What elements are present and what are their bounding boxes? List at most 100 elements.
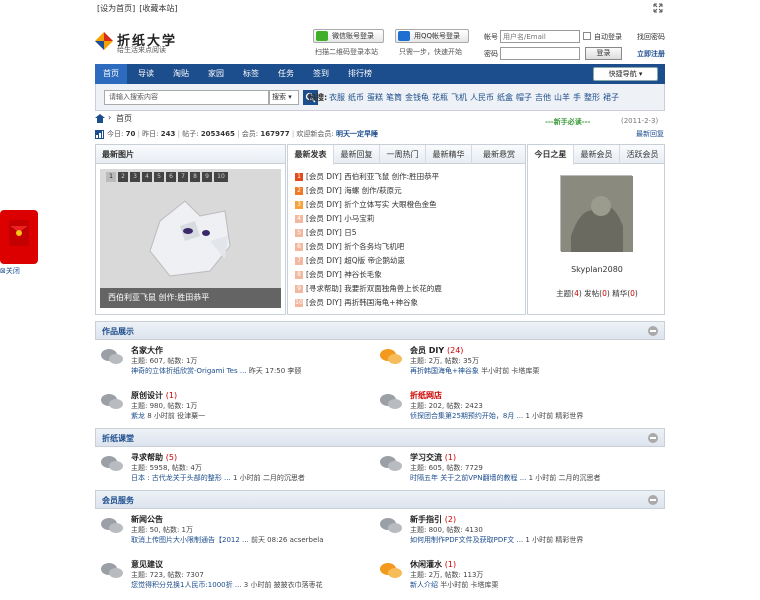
qq-login-button[interactable]: 用QQ帐号登录 — [395, 29, 469, 43]
forgot-password-link[interactable]: 找回密码 — [637, 32, 665, 42]
list-item[interactable]: 9 [寻求帮助] 我要折双面独角兽上长花的鹿 — [295, 282, 442, 295]
notice-link[interactable]: ---新手必读--- — [545, 117, 590, 127]
login-button[interactable]: 登录 — [585, 47, 622, 60]
tab-star-of-day[interactable]: 今日之星 — [528, 145, 574, 165]
forum-last-post[interactable]: 取消上传图片大小限制通告【2012 ... 前天 08:26 acserbela — [131, 535, 324, 545]
star-username[interactable]: Skyplan2080 — [528, 265, 666, 274]
section-header[interactable]: 作品展示 — [95, 321, 665, 340]
section-header[interactable]: 会员服务 — [95, 490, 665, 509]
hot-term[interactable]: 花瓶 — [432, 93, 448, 102]
collapse-icon[interactable] — [648, 326, 658, 336]
hot-term[interactable]: 人民币 — [470, 93, 494, 102]
tab-new-members[interactable]: 最新会员 — [574, 145, 620, 164]
collapse-icon[interactable] — [648, 495, 658, 505]
forum-item[interactable]: 学习交流 (1) 主题: 605, 帖数: 7729 时隔五年 关于之前VPN翻… — [380, 452, 650, 492]
slide-page[interactable]: 9 — [202, 172, 212, 182]
forum-last-post[interactable]: 日本 : 古代龙关于头部的整形 ... 1 小时前 二月的沉思者 — [131, 473, 305, 483]
list-item[interactable]: 2 [会员 DIY] 海螺 创作/萩原元 — [295, 184, 402, 197]
latest-reply-link[interactable]: 最新回复 — [636, 129, 664, 139]
slide-page[interactable]: 10 — [214, 172, 228, 182]
expand-icon[interactable] — [653, 3, 663, 13]
quick-nav-button[interactable]: 快捷导航 ▾ — [593, 67, 658, 81]
tab-latest-digest[interactable]: 最新精华 — [426, 145, 472, 164]
list-item[interactable]: 10 [会员 DIY] 再折韩国海龟+神谷象 — [295, 296, 418, 309]
slide-page[interactable]: 6 — [166, 172, 176, 182]
forum-item[interactable]: 原创设计 (1) 主题: 980, 帖数: 1万 紫龙 8 小时前 役津粟一 — [101, 390, 371, 430]
forum-item[interactable]: 休闲灌水 (1) 主题: 2万, 帖数: 113万 新人介绍 半小时前 卡塔库栗 — [380, 559, 650, 599]
list-item[interactable]: 7 [会员 DIY] 超Q版 帝企鹅幼崽 — [295, 254, 405, 267]
avatar[interactable] — [560, 175, 633, 252]
hot-term[interactable]: 裙子 — [603, 93, 619, 102]
bookmark-link[interactable]: [收藏本站] — [139, 4, 177, 13]
slide-page[interactable]: 5 — [154, 172, 164, 182]
set-home-link[interactable]: [设为首页] — [97, 4, 135, 13]
hot-term[interactable]: 山羊 — [554, 93, 570, 102]
list-item[interactable]: 1 [会员 DIY] 西伯利亚飞鼠 创作:胜田恭平 — [295, 170, 439, 183]
collapse-icon[interactable] — [648, 433, 658, 443]
search-input[interactable]: 请输入搜索内容 — [104, 90, 269, 105]
badge-close-link[interactable]: ⊠关闭 — [0, 266, 20, 276]
slide-caption[interactable]: 西伯利亚飞鼠 创作:胜田恭平 — [100, 288, 281, 308]
forum-last-post[interactable]: 紫龙 8 小时前 役津粟一 — [131, 411, 205, 421]
password-input[interactable] — [500, 47, 580, 60]
forum-item[interactable]: 新闻公告 主题: 50, 帖数: 1万 取消上传图片大小限制通告【2012 ..… — [101, 514, 371, 554]
register-link[interactable]: 立即注册 — [637, 49, 665, 59]
nav-guide[interactable]: 导读 — [132, 64, 160, 84]
wechat-login-button[interactable]: 微信账号登录 — [313, 29, 384, 43]
account-input[interactable] — [500, 30, 580, 43]
list-item[interactable]: 4 [会员 DIY] 小马宝莉 — [295, 212, 374, 225]
hot-term[interactable]: 手 — [573, 93, 581, 102]
nav-home[interactable]: 首页 — [95, 64, 127, 84]
forum-item[interactable]: 寻求帮助 (5) 主题: 5958, 帖数: 4万 日本 : 古代龙关于头部的整… — [101, 452, 371, 492]
nav-checkin[interactable]: 签到 — [307, 64, 335, 84]
home-icon[interactable] — [95, 114, 105, 123]
list-item[interactable]: 5 [会员 DIY] 日5 — [295, 226, 356, 239]
tab-weekly-hot[interactable]: 一周热门 — [380, 145, 426, 164]
slide-page[interactable]: 3 — [130, 172, 140, 182]
slide-page[interactable]: 8 — [190, 172, 200, 182]
hot-term[interactable]: 纸币 — [348, 93, 364, 102]
forum-last-post[interactable]: 神奇的立体折纸欣赏-Origami Tes ... 昨天 17:50 李颐 — [131, 366, 301, 376]
forum-last-post[interactable]: 您觉得积分兑换1人民币:1000折 ... 3 小时前 披披衣巾落枣花 — [131, 580, 323, 590]
hot-term[interactable]: 飞机 — [451, 93, 467, 102]
nav-tasks[interactable]: 任务 — [272, 64, 300, 84]
slide-page[interactable]: 7 — [178, 172, 188, 182]
hot-term[interactable]: 吉他 — [535, 93, 551, 102]
forum-last-post[interactable]: 新人介绍 半小时前 卡塔库栗 — [410, 580, 498, 590]
hot-term[interactable]: 整形 — [584, 93, 600, 102]
hot-term[interactable]: 帽子 — [516, 93, 532, 102]
hot-term[interactable]: 纸盒 — [497, 93, 513, 102]
slideshow[interactable]: 1 2 3 4 5 6 7 8 9 10 西伯利亚飞鼠 创作:胜田恭平 — [100, 169, 281, 308]
forum-last-post[interactable]: 如何用制作PDF文件及获取PDF文 ... 1 小时前 精彩世界 — [410, 535, 583, 545]
forum-item[interactable]: 新手指引 (2) 主题: 800, 帖数: 4130 如何用制作PDF文件及获取… — [380, 514, 650, 554]
list-item[interactable]: 8 [会员 DIY] 神谷长毛象 — [295, 268, 382, 281]
new-member-link[interactable]: 明天一定早睡 — [336, 130, 378, 138]
slide-page[interactable]: 4 — [142, 172, 152, 182]
hot-term[interactable]: 金钱龟 — [405, 93, 429, 102]
forum-item[interactable]: 会员 DIY (24) 主题: 2万, 帖数: 35万 再折韩国海龟+神谷象 半… — [380, 345, 650, 385]
list-item[interactable]: 6 [会员 DIY] 折个各务均飞机吧 — [295, 240, 404, 253]
forum-last-post[interactable]: 再折韩国海龟+神谷象 半小时前 卡塔库栗 — [410, 366, 539, 376]
forum-item[interactable]: 折纸网店 主题: 202, 帖数: 2423 侦探团合集第25期预约开始，8月 … — [380, 390, 650, 430]
breadcrumb-home[interactable]: 首页 — [116, 113, 132, 124]
hot-term[interactable]: 蛋糕 — [367, 93, 383, 102]
slide-page[interactable]: 1 — [106, 172, 116, 182]
hot-term[interactable]: 笔筒 — [386, 93, 402, 102]
hot-term[interactable]: 衣服 — [329, 93, 345, 102]
forum-item[interactable]: 意见建议 主题: 723, 帖数: 7307 您觉得积分兑换1人民币:1000折… — [101, 559, 371, 599]
site-logo[interactable]: 折纸大学 给生活来点阅读 — [95, 30, 185, 55]
nav-home-space[interactable]: 家园 — [202, 64, 230, 84]
search-type-select[interactable]: 搜索 ▾ — [269, 90, 299, 105]
forum-last-post[interactable]: 侦探团合集第25期预约开始，8月 ... 1 小时前 精彩世界 — [410, 411, 583, 421]
tab-latest-posts[interactable]: 最新发表 — [288, 145, 334, 165]
forum-item[interactable]: 名家大作 主题: 607, 帖数: 1万 神奇的立体折纸欣赏-Origami T… — [101, 345, 371, 385]
forum-last-post[interactable]: 时隔五年 关于之前VPN翻墙的教程 ... 1 小时前 二月的沉思者 — [410, 473, 601, 483]
nav-ranking[interactable]: 排行榜 — [340, 64, 380, 84]
tab-active-members[interactable]: 活跃会员 — [620, 145, 665, 164]
nav-collection[interactable]: 淘贴 — [167, 64, 195, 84]
slide-page[interactable]: 2 — [118, 172, 128, 182]
tab-latest-replies[interactable]: 最新回复 — [334, 145, 380, 164]
nav-tags[interactable]: 标签 — [237, 64, 265, 84]
red-envelope-badge[interactable] — [0, 210, 38, 264]
list-item[interactable]: 3 [会员 DIY] 折个立体写实 大眼橙色金鱼 — [295, 198, 437, 211]
